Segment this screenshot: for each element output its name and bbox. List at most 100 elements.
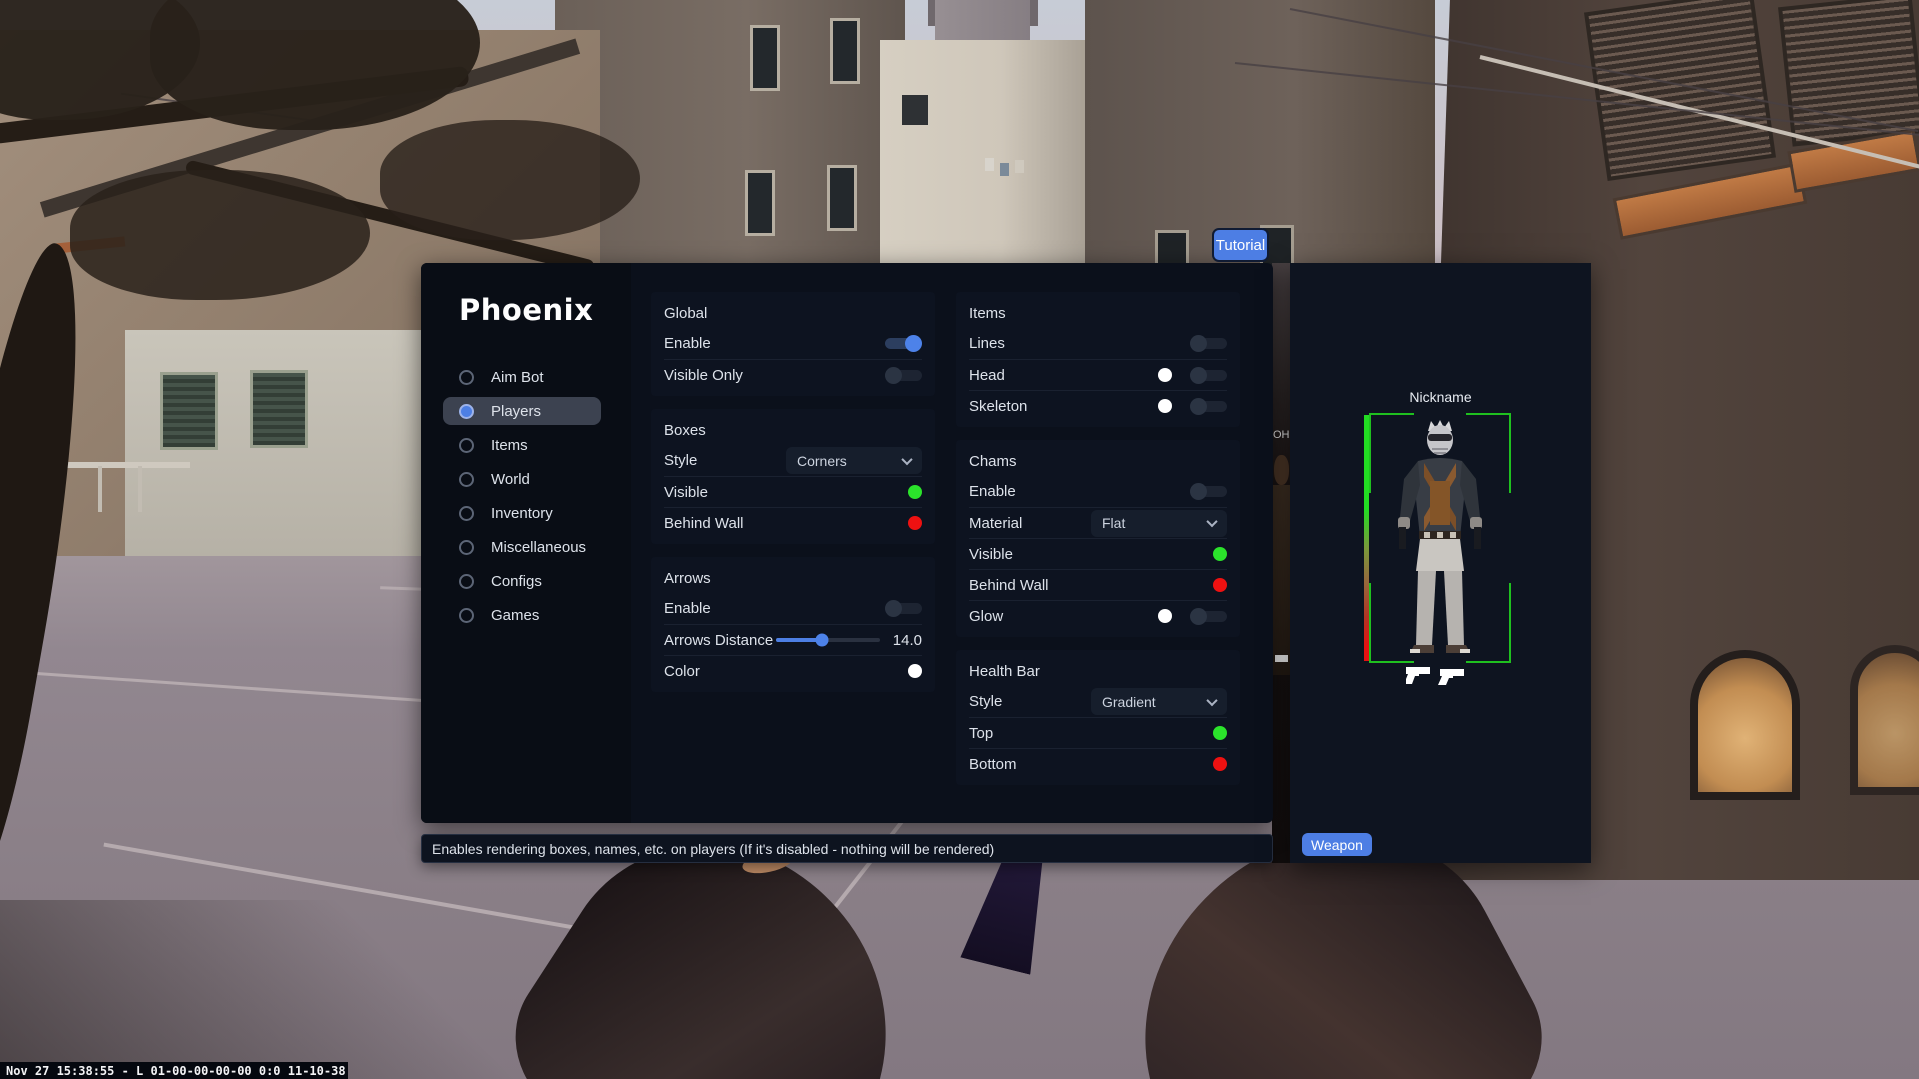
setting-label: Visible [969, 546, 1013, 563]
radio-icon [459, 608, 474, 623]
setting-label: Behind Wall [664, 515, 743, 532]
glow-toggle[interactable] [1190, 611, 1227, 622]
setting-label: Skeleton [969, 398, 1027, 415]
settings-content: Global Enable Visible Only Boxes Style [631, 263, 1273, 823]
toggle-knob [905, 335, 922, 352]
arrows-enable-toggle[interactable] [885, 603, 922, 614]
panel-title: Boxes [664, 409, 922, 445]
setting-row: Head [969, 359, 1227, 390]
slider-knob[interactable] [815, 634, 828, 647]
sidebar-item-world[interactable]: World [443, 465, 601, 493]
color-swatch[interactable] [908, 485, 922, 499]
enemy-player [1274, 455, 1289, 485]
setting-row: Enable [664, 328, 922, 359]
toggle-knob [1190, 335, 1207, 352]
settings-column-1: Global Enable Visible Only Boxes Style [651, 292, 935, 823]
settings-column-2: Items Lines Head Skeleton [956, 292, 1240, 823]
color-swatch[interactable] [1158, 399, 1172, 413]
healthbar-style-dropdown[interactable]: Gradient [1091, 688, 1227, 715]
color-swatch[interactable] [1213, 578, 1227, 592]
shuttered-window [250, 370, 308, 448]
radio-icon [459, 574, 474, 589]
setting-row: Top [969, 717, 1227, 748]
setting-label: Lines [969, 335, 1005, 352]
panel-items: Items Lines Head Skeleton [956, 292, 1240, 427]
setting-label: Enable [664, 600, 711, 617]
panel-health-bar: Health Bar Style Gradient Top Bottom [956, 650, 1240, 785]
sidebar-item-aim-bot[interactable]: Aim Bot [443, 363, 601, 391]
lines-toggle[interactable] [1190, 338, 1227, 349]
panel-title: Global [664, 292, 922, 328]
chevron-down-icon [1206, 516, 1217, 527]
setting-label: Enable [969, 483, 1016, 500]
head-toggle[interactable] [1190, 370, 1227, 381]
debug-text: Nov 27 15:38:55 - L 01-00-00-00-00 0:0 1… [6, 1064, 346, 1078]
setting-row: Lines [969, 328, 1227, 359]
panel-title: Health Bar [969, 650, 1227, 686]
color-swatch[interactable] [1213, 726, 1227, 740]
esp-preview-panel: Nickname [1290, 263, 1591, 863]
cheat-menu-window: Phoenix Aim Bot Players Items World [421, 263, 1273, 823]
chevron-down-icon [1206, 694, 1217, 705]
color-swatch[interactable] [908, 516, 922, 530]
dropdown-value: Flat [1102, 515, 1125, 531]
panel-title: Chams [969, 440, 1227, 476]
radio-icon [459, 506, 474, 521]
color-swatch[interactable] [1158, 609, 1172, 623]
sidebar-item-games[interactable]: Games [443, 601, 601, 629]
setting-label: Color [664, 663, 700, 680]
railing-bar [98, 466, 102, 512]
toggle-knob [1190, 367, 1207, 384]
setting-row: Glow [969, 600, 1227, 631]
setting-label: Bottom [969, 756, 1017, 773]
chams-enable-toggle[interactable] [1190, 486, 1227, 497]
skeleton-toggle[interactable] [1190, 401, 1227, 412]
page-title: Phoenix [459, 293, 631, 327]
ground-shadow [0, 900, 560, 1079]
sidebar-item-players[interactable]: Players [443, 397, 601, 425]
chevron-down-icon [901, 453, 912, 464]
setting-row: Style Gradient [969, 686, 1227, 717]
sidebar-item-items[interactable]: Items [443, 431, 601, 459]
sidebar-item-inventory[interactable]: Inventory [443, 499, 601, 527]
setting-row: Visible Only [664, 359, 922, 390]
panel-boxes: Boxes Style Corners Visible Behind Wall [651, 409, 935, 544]
material-dropdown[interactable]: Flat [1091, 510, 1227, 537]
world-esp-sliver: OH [1272, 263, 1290, 863]
setting-row: Bottom [969, 748, 1227, 779]
setting-row: Color [664, 655, 922, 686]
sidebar-item-configs[interactable]: Configs [443, 567, 601, 595]
game-screen: OH Tutorial Phoenix Aim Bot Players Item… [0, 0, 1919, 1079]
tutorial-button[interactable]: Tutorial [1212, 228, 1269, 262]
panel-title: Items [969, 292, 1227, 328]
esp-weapon-icon [1275, 655, 1288, 662]
enemy-player-body [1272, 485, 1290, 675]
setting-label: Behind Wall [969, 577, 1048, 594]
setting-label: Enable [664, 335, 711, 352]
setting-row: Enable [969, 476, 1227, 507]
setting-label: Glow [969, 608, 1003, 625]
enable-toggle[interactable] [885, 338, 922, 349]
weapon-button[interactable]: Weapon [1302, 833, 1372, 856]
radio-icon [459, 370, 474, 385]
color-swatch[interactable] [1213, 547, 1227, 561]
status-text: Enables rendering boxes, names, etc. on … [432, 841, 994, 857]
setting-row: Enable [664, 593, 922, 624]
color-swatch[interactable] [1213, 757, 1227, 771]
toggle-knob [1190, 608, 1207, 625]
color-swatch[interactable] [1158, 368, 1172, 382]
setting-row: Skeleton [969, 390, 1227, 421]
railing-bar [138, 466, 142, 512]
setting-row: Style Corners [664, 445, 922, 476]
arched-window [1850, 645, 1919, 795]
setting-label: Style [969, 693, 1002, 710]
sidebar-item-miscellaneous[interactable]: Miscellaneous [443, 533, 601, 561]
radio-icon [459, 540, 474, 555]
visible-only-toggle[interactable] [885, 370, 922, 381]
color-swatch[interactable] [908, 664, 922, 678]
setting-row: Visible [969, 538, 1227, 569]
arrows-distance-slider[interactable] [776, 638, 880, 642]
shuttered-window [160, 372, 218, 450]
panel-arrows: Arrows Enable Arrows Distance 14.0 [651, 557, 935, 692]
style-dropdown[interactable]: Corners [786, 447, 922, 474]
